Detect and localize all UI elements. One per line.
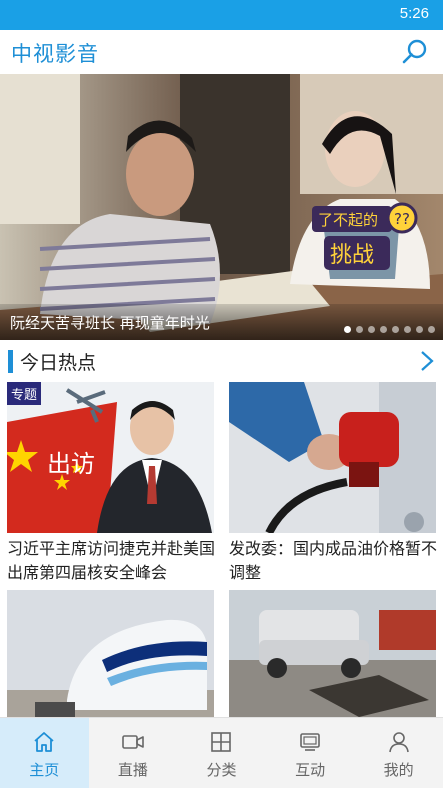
carousel-dot[interactable] [368,326,375,333]
carousel-dot[interactable] [404,326,411,333]
tab-live[interactable]: 直播 [89,718,178,788]
camera-icon [122,735,144,749]
svg-text:出访: 出访 [47,450,95,478]
tab-home[interactable]: 主页 [0,718,89,788]
news-card[interactable] [7,590,214,717]
section-title: 今日热点 [20,352,97,374]
section-accent-bar [8,350,13,373]
news-card[interactable]: 发改委：国内成品油价格暂不调整 [229,382,437,587]
hero-caption-text: 阮经天苦寻班长 再现童年时光 [10,314,210,332]
tab-label: 直播 [117,761,148,779]
news-card-title: 习近平主席访问捷克并赴美国出席第四届核安全峰会 [7,539,216,582]
news-card-image [229,382,436,533]
carousel-dot[interactable] [428,326,435,333]
carousel-dot[interactable] [416,326,423,333]
news-card[interactable] [229,590,436,717]
search-icon[interactable] [399,36,431,68]
tab-mine[interactable]: 我的 [354,718,443,788]
svg-text:了不起的: 了不起的 [318,211,378,229]
news-card-image [229,590,436,717]
user-icon [388,732,409,753]
tab-interact[interactable]: 互动 [266,718,355,788]
bottom-tab-bar: 主页 直播 分类 互动 我的 [0,717,443,788]
section-header: 今日热点 [0,345,443,379]
chat-icon [300,733,320,751]
carousel-dot[interactable] [380,326,387,333]
topic-tag: 专题 [7,382,42,405]
app-logo: 中视影音 [11,42,99,66]
hero-caption: 阮经天苦寻班长 再现童年时光 [0,304,443,340]
news-card-image: 出访 专题 [7,382,214,533]
svg-text:??: ?? [394,210,410,228]
news-card[interactable]: 出访 专题 习近平主席访问捷克并赴美国出席第四届核安全峰会 [7,382,215,587]
svg-text:挑战: 挑战 [330,243,374,268]
carousel-dot[interactable] [344,326,351,333]
status-bar: 5:26 [0,0,443,30]
carousel-dot[interactable] [356,326,363,333]
carousel-indicator[interactable] [344,326,435,333]
tab-label: 主页 [29,761,60,779]
status-time: 5:26 [399,5,429,22]
tab-label: 分类 [206,761,237,779]
news-card-image [7,590,214,717]
news-card-title: 发改委：国内成品油价格暂不调整 [229,539,438,582]
app-header: 中视影音 [0,30,443,74]
tab-label: 互动 [295,761,326,779]
show-logo: 了不起的 ?? 挑战 [312,202,418,270]
grid-icon [211,732,232,752]
chevron-right-icon[interactable] [419,349,435,373]
tab-label: 我的 [383,761,414,779]
tab-category[interactable]: 分类 [177,718,266,788]
home-icon [34,732,54,752]
hero-banner[interactable]: 了不起的 ?? 挑战 阮经天苦寻班长 再现童年时光 [0,74,443,340]
carousel-dot[interactable] [392,326,399,333]
